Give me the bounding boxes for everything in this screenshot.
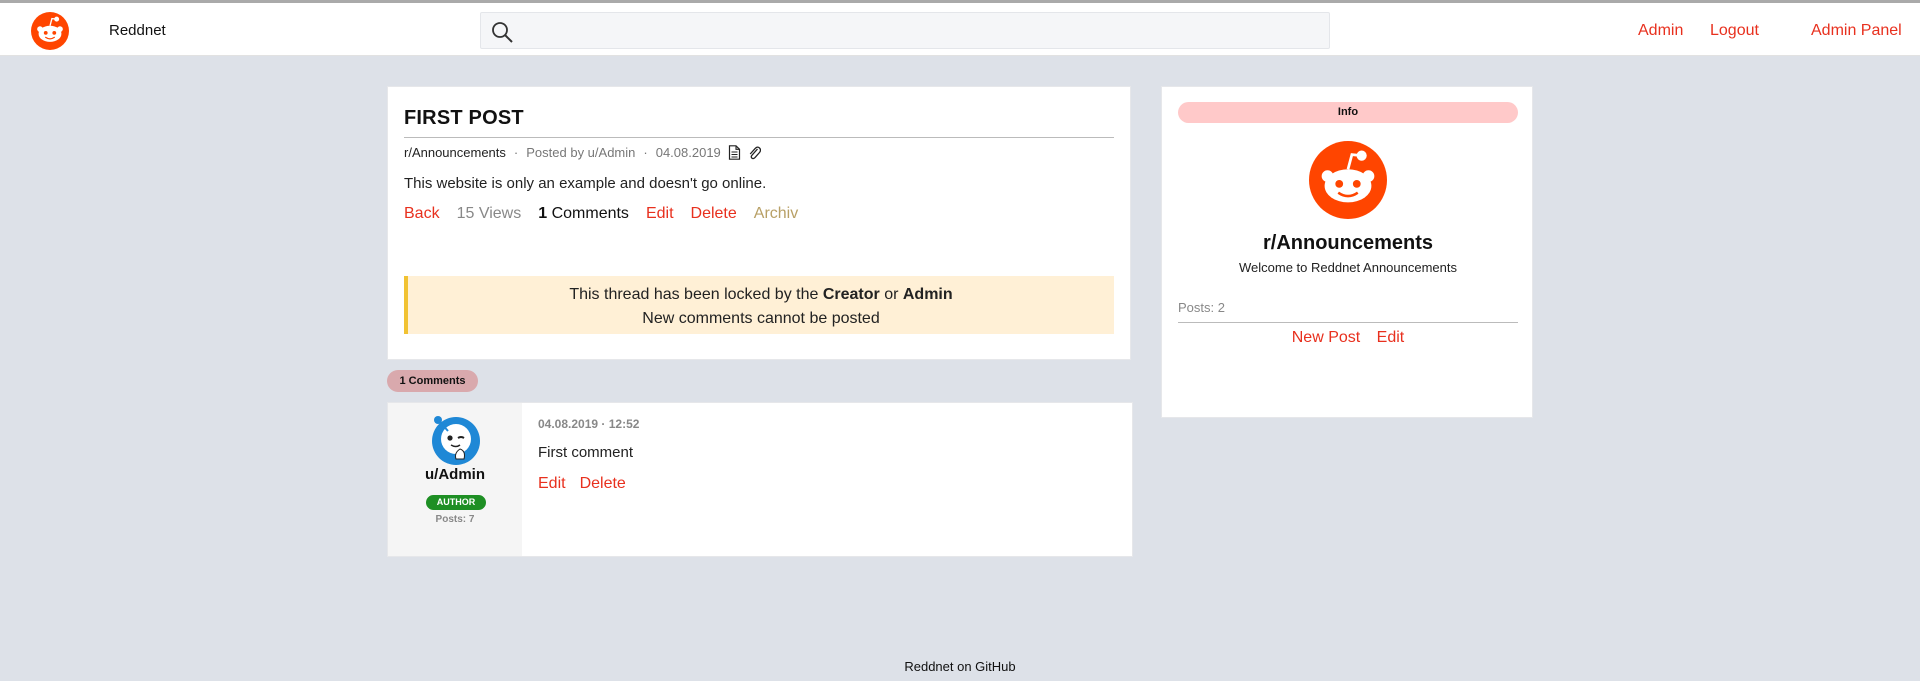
edit-post-link[interactable]: Edit — [646, 205, 674, 223]
delete-post-link[interactable]: Delete — [691, 205, 737, 223]
comment-username[interactable]: u/Admin — [388, 466, 522, 483]
comments-link[interactable]: 1 Comments — [538, 205, 629, 223]
back-link[interactable]: Back — [404, 205, 440, 223]
edit-comment-link[interactable]: Edit — [538, 475, 566, 493]
search-input[interactable] — [521, 13, 1321, 48]
comments-count: 1 — [538, 205, 548, 222]
lock-line-1: This thread has been locked by the Creat… — [408, 283, 1114, 307]
separator-dot: · — [513, 145, 519, 160]
comment-text: First comment — [538, 444, 634, 461]
search-bar[interactable] — [480, 12, 1330, 49]
archive-link[interactable]: Archiv — [754, 205, 798, 223]
nav-admin-panel-link[interactable]: Admin Panel — [1811, 22, 1902, 40]
reddit-logo-icon — [1309, 141, 1387, 219]
reddit-logo-icon[interactable] — [31, 12, 69, 50]
info-header: Info — [1178, 102, 1518, 123]
subreddit-link[interactable]: r/Announcements — [404, 145, 506, 160]
post-meta: r/Announcements · Posted by u/Admin · 04… — [404, 145, 761, 160]
sidebar-divider — [1178, 322, 1518, 323]
posted-by[interactable]: Posted by u/Admin — [526, 145, 635, 160]
comment-card: u/Admin AUTHOR Posts: 7 04.08.2019 · 12:… — [387, 402, 1133, 557]
paperclip-icon[interactable] — [748, 145, 761, 160]
user-avatar-icon[interactable] — [430, 413, 482, 465]
brand-name[interactable]: Reddnet — [109, 22, 166, 39]
delete-comment-link[interactable]: Delete — [580, 475, 626, 493]
nav-user-link[interactable]: Admin — [1638, 22, 1683, 40]
views-count: 15 Views — [456, 205, 522, 222]
edit-subreddit-link[interactable]: Edit — [1377, 329, 1405, 346]
post-date: 04.08.2019 — [655, 145, 721, 160]
subreddit-post-count: Posts: 2 — [1178, 300, 1225, 315]
comment-author-posts: Posts: 7 — [435, 514, 475, 525]
top-navbar: Reddnet Admin Logout Admin Panel — [0, 0, 1920, 56]
lock-admin: Admin — [902, 286, 953, 303]
title-divider — [404, 137, 1114, 138]
footer-github-link[interactable]: Reddnet on GitHub — [0, 659, 1920, 674]
post-card: FIRST POST r/Announcements · Posted by u… — [387, 86, 1131, 360]
lock-creator: Creator — [822, 286, 880, 303]
document-icon[interactable] — [728, 145, 741, 160]
author-badge: AUTHOR — [426, 495, 486, 510]
comments-label: Comments — [551, 205, 629, 222]
new-post-link[interactable]: New Post — [1292, 329, 1360, 346]
nav-logout-link[interactable]: Logout — [1710, 22, 1759, 40]
subreddit-info-card: Info r/Announcements Welcome to Reddnet … — [1161, 86, 1533, 418]
sidebar-actions: New Post Edit — [1162, 329, 1534, 347]
post-actions: Back 15 Views 1 Comments Edit Delete Arc… — [404, 205, 815, 223]
comments-count-badge: 1 Comments — [387, 370, 478, 392]
post-body: This website is only an example and does… — [404, 175, 767, 192]
subreddit-description: Welcome to Reddnet Announcements — [1238, 260, 1457, 275]
separator-dot: · — [643, 145, 648, 160]
lock-prefix: This thread has been locked by the — [569, 286, 819, 303]
lock-or: or — [884, 286, 899, 303]
comment-datetime: 04.08.2019 · 12:52 — [538, 417, 640, 431]
comment-author-panel: u/Admin AUTHOR Posts: 7 — [388, 403, 522, 556]
search-icon — [492, 22, 513, 43]
post-title: FIRST POST — [404, 107, 524, 129]
subreddit-name: r/Announcements — [1262, 232, 1434, 254]
lock-line-2: New comments cannot be posted — [642, 310, 880, 327]
locked-thread-notice: This thread has been locked by the Creat… — [404, 276, 1114, 334]
comment-actions: Edit Delete — [538, 475, 640, 493]
